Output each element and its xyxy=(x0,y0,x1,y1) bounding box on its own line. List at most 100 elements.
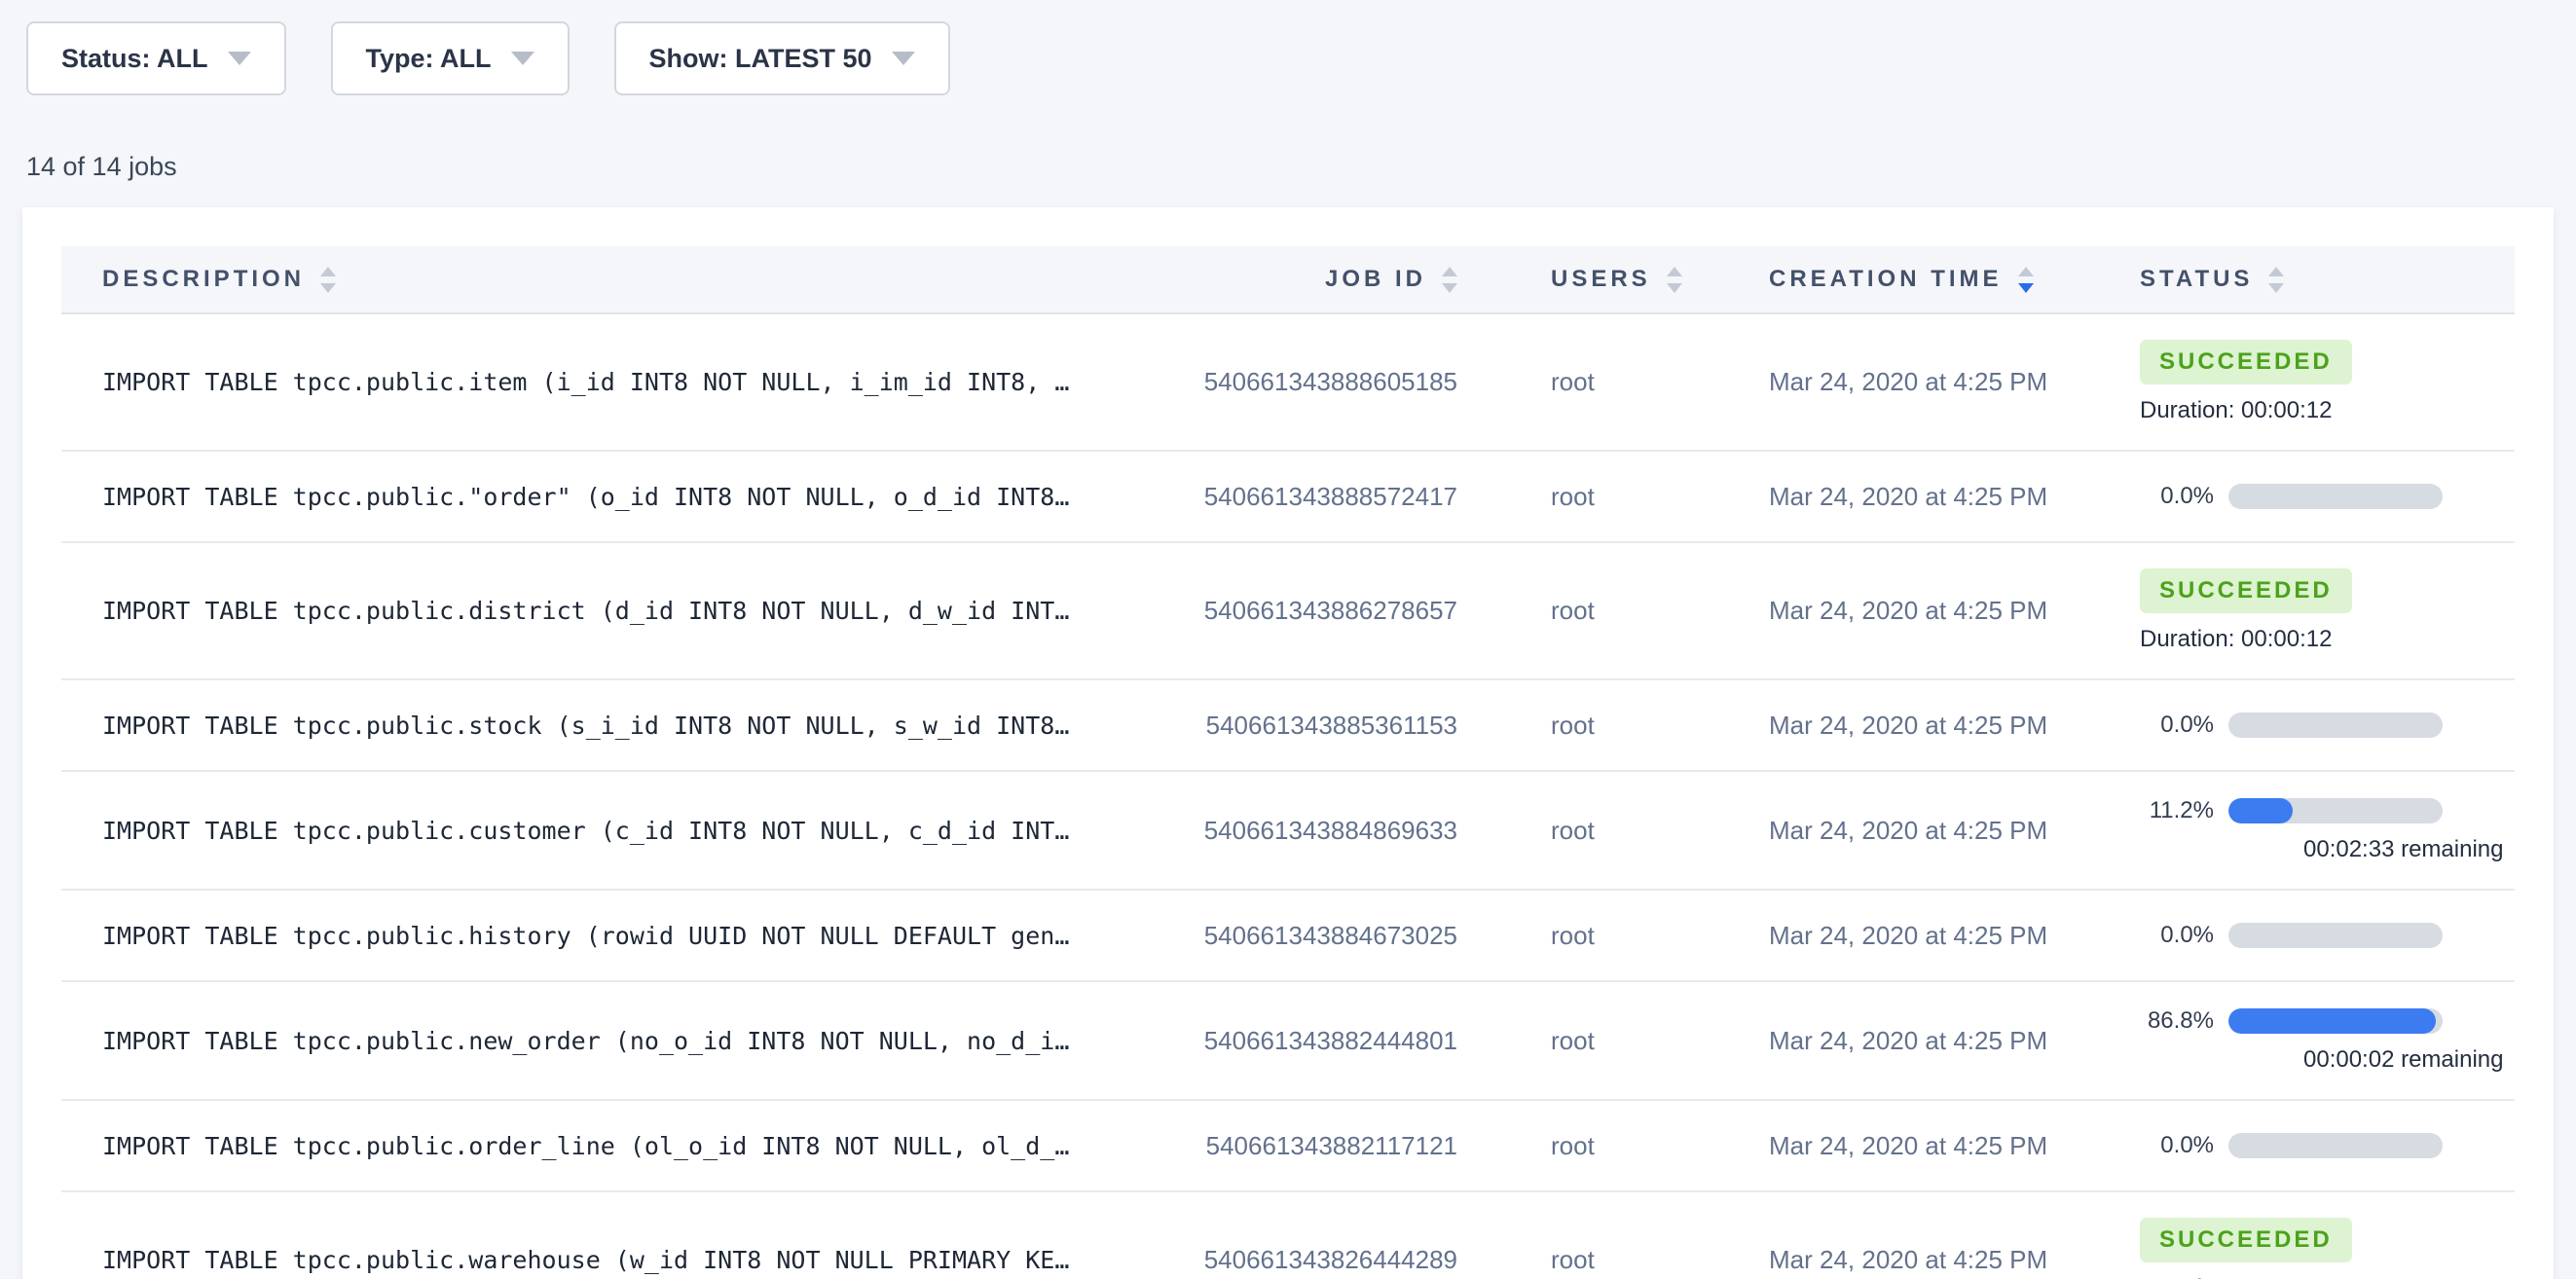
progress-bar xyxy=(2228,923,2443,948)
show-filter-label: Show: LATEST 50 xyxy=(649,44,872,74)
job-status-cell: 11.2% 00:02:33 remaining xyxy=(2140,772,2515,889)
job-description-link[interactable]: IMPORT TABLE tpcc.public."order" (o_id I… xyxy=(61,483,1161,511)
job-duration: Duration: 00:00:12 xyxy=(2140,626,2515,653)
sort-arrows-icon[interactable] xyxy=(2268,267,2284,293)
sort-arrows-icon[interactable] xyxy=(2018,267,2034,293)
job-creation-time: Mar 24, 2020 at 4:25 PM xyxy=(1769,1245,2140,1275)
progress-bar xyxy=(2228,484,2443,509)
progress-line: 0.0% xyxy=(2140,483,2515,510)
progress-percent: 0.0% xyxy=(2140,922,2214,949)
job-user: root xyxy=(1457,367,1769,397)
time-remaining: 00:02:33 remaining xyxy=(2303,836,2515,863)
job-description-link[interactable]: IMPORT TABLE tpcc.public.item (i_id INT8… xyxy=(61,368,1161,396)
job-user: root xyxy=(1457,596,1769,626)
sort-arrows-icon[interactable] xyxy=(320,267,336,293)
progress-bar xyxy=(2228,1008,2443,1034)
column-header-status[interactable]: STATUS xyxy=(2140,266,2515,293)
job-status-cell: 0.0% xyxy=(2140,457,2515,535)
job-id: 540661343882444801 xyxy=(1161,1026,1457,1056)
chevron-down-icon xyxy=(228,52,251,65)
table-row[interactable]: IMPORT TABLE tpcc.public.warehouse (w_id… xyxy=(61,1192,2515,1279)
chevron-down-icon xyxy=(892,52,915,65)
job-user: root xyxy=(1457,1131,1769,1161)
progress-line: 0.0% xyxy=(2140,1132,2515,1159)
table-row[interactable]: IMPORT TABLE tpcc.public.order_line (ol_… xyxy=(61,1101,2515,1192)
job-id: 540661343886278657 xyxy=(1161,596,1457,626)
job-description-link[interactable]: IMPORT TABLE tpcc.public.warehouse (w_id… xyxy=(61,1246,1161,1274)
job-user: root xyxy=(1457,482,1769,512)
table-row[interactable]: IMPORT TABLE tpcc.public."order" (o_id I… xyxy=(61,452,2515,543)
job-description-link[interactable]: IMPORT TABLE tpcc.public.order_line (ol_… xyxy=(61,1132,1161,1160)
table-row[interactable]: IMPORT TABLE tpcc.public.item (i_id INT8… xyxy=(61,314,2515,452)
job-creation-time: Mar 24, 2020 at 4:25 PM xyxy=(1769,921,2140,951)
table-row[interactable]: IMPORT TABLE tpcc.public.stock (s_i_id I… xyxy=(61,680,2515,772)
chevron-down-icon xyxy=(511,52,534,65)
job-description-link[interactable]: IMPORT TABLE tpcc.public.new_order (no_o… xyxy=(61,1027,1161,1055)
job-creation-time: Mar 24, 2020 at 4:25 PM xyxy=(1769,1131,2140,1161)
table-header-row: DESCRIPTION JOB ID USERS CREATION TIME S… xyxy=(61,246,2515,314)
sort-arrows-icon[interactable] xyxy=(1442,267,1457,293)
job-description-link[interactable]: IMPORT TABLE tpcc.public.history (rowid … xyxy=(61,922,1161,950)
jobs-page: Status: ALL Type: ALL Show: LATEST 50 14… xyxy=(0,0,2576,1279)
job-duration: Duration: 00:00:12 xyxy=(2140,397,2515,424)
job-id: 540661343888605185 xyxy=(1161,367,1457,397)
time-remaining: 00:00:02 remaining xyxy=(2303,1046,2515,1074)
type-filter-dropdown[interactable]: Type: ALL xyxy=(331,21,570,95)
jobs-count-summary: 14 of 14 jobs xyxy=(26,152,2576,182)
job-id: 540661343884869633 xyxy=(1161,816,1457,846)
job-status-cell: 0.0% xyxy=(2140,686,2515,764)
column-header-description[interactable]: DESCRIPTION xyxy=(61,266,1161,293)
progress-bar xyxy=(2228,713,2443,738)
show-filter-dropdown[interactable]: Show: LATEST 50 xyxy=(614,21,950,95)
progress-line: 86.8% xyxy=(2140,1007,2515,1035)
column-header-label: USERS xyxy=(1551,266,1651,293)
job-creation-time: Mar 24, 2020 at 4:25 PM xyxy=(1769,816,2140,846)
column-header-job-id[interactable]: JOB ID xyxy=(1161,266,1457,293)
job-user: root xyxy=(1457,816,1769,846)
job-id: 540661343882117121 xyxy=(1161,1131,1457,1161)
table-row[interactable]: IMPORT TABLE tpcc.public.district (d_id … xyxy=(61,543,2515,680)
job-creation-time: Mar 24, 2020 at 4:25 PM xyxy=(1769,1026,2140,1056)
job-id: 540661343826444289 xyxy=(1161,1245,1457,1275)
column-header-label: CREATION TIME xyxy=(1769,266,2003,293)
job-creation-time: Mar 24, 2020 at 4:25 PM xyxy=(1769,367,2140,397)
column-header-label: DESCRIPTION xyxy=(102,266,305,293)
progress-percent: 0.0% xyxy=(2140,483,2214,510)
job-status-cell: 0.0% xyxy=(2140,896,2515,974)
job-status-cell: 0.0% xyxy=(2140,1107,2515,1185)
sort-arrows-icon[interactable] xyxy=(1667,267,1682,293)
job-status-cell: SUCCEEDED Duration: 00:00:08 xyxy=(2140,1192,2515,1279)
job-user: root xyxy=(1457,1026,1769,1056)
status-filter-dropdown[interactable]: Status: ALL xyxy=(26,21,286,95)
column-header-label: JOB ID xyxy=(1325,266,1426,293)
progress-line: 0.0% xyxy=(2140,712,2515,739)
column-header-creation-time[interactable]: CREATION TIME xyxy=(1769,266,2140,293)
progress-percent: 0.0% xyxy=(2140,1132,2214,1159)
column-header-label: STATUS xyxy=(2140,266,2253,293)
progress-bar-fill xyxy=(2228,798,2293,823)
progress-line: 11.2% xyxy=(2140,797,2515,824)
jobs-table-card: DESCRIPTION JOB ID USERS CREATION TIME S… xyxy=(22,207,2554,1279)
filters-row: Status: ALL Type: ALL Show: LATEST 50 xyxy=(0,0,2576,95)
progress-bar xyxy=(2228,1133,2443,1158)
job-duration: Duration: 00:00:08 xyxy=(2140,1275,2515,1279)
job-user: root xyxy=(1457,1245,1769,1275)
table-body: IMPORT TABLE tpcc.public.item (i_id INT8… xyxy=(61,314,2515,1279)
job-status-cell: 86.8% 00:00:02 remaining xyxy=(2140,982,2515,1099)
job-id: 540661343884673025 xyxy=(1161,921,1457,951)
status-succeeded-badge: SUCCEEDED xyxy=(2140,1218,2352,1262)
job-description-link[interactable]: IMPORT TABLE tpcc.public.stock (s_i_id I… xyxy=(61,712,1161,740)
table-row[interactable]: IMPORT TABLE tpcc.public.customer (c_id … xyxy=(61,772,2515,891)
job-description-link[interactable]: IMPORT TABLE tpcc.public.customer (c_id … xyxy=(61,817,1161,845)
status-succeeded-badge: SUCCEEDED xyxy=(2140,568,2352,613)
job-user: root xyxy=(1457,711,1769,741)
job-creation-time: Mar 24, 2020 at 4:25 PM xyxy=(1769,711,2140,741)
column-header-users[interactable]: USERS xyxy=(1457,266,1769,293)
progress-bar-fill xyxy=(2228,1008,2436,1034)
table-row[interactable]: IMPORT TABLE tpcc.public.history (rowid … xyxy=(61,891,2515,982)
progress-bar xyxy=(2228,798,2443,823)
job-creation-time: Mar 24, 2020 at 4:25 PM xyxy=(1769,596,2140,626)
job-description-link[interactable]: IMPORT TABLE tpcc.public.district (d_id … xyxy=(61,597,1161,625)
table-row[interactable]: IMPORT TABLE tpcc.public.new_order (no_o… xyxy=(61,982,2515,1101)
job-id: 540661343888572417 xyxy=(1161,482,1457,512)
